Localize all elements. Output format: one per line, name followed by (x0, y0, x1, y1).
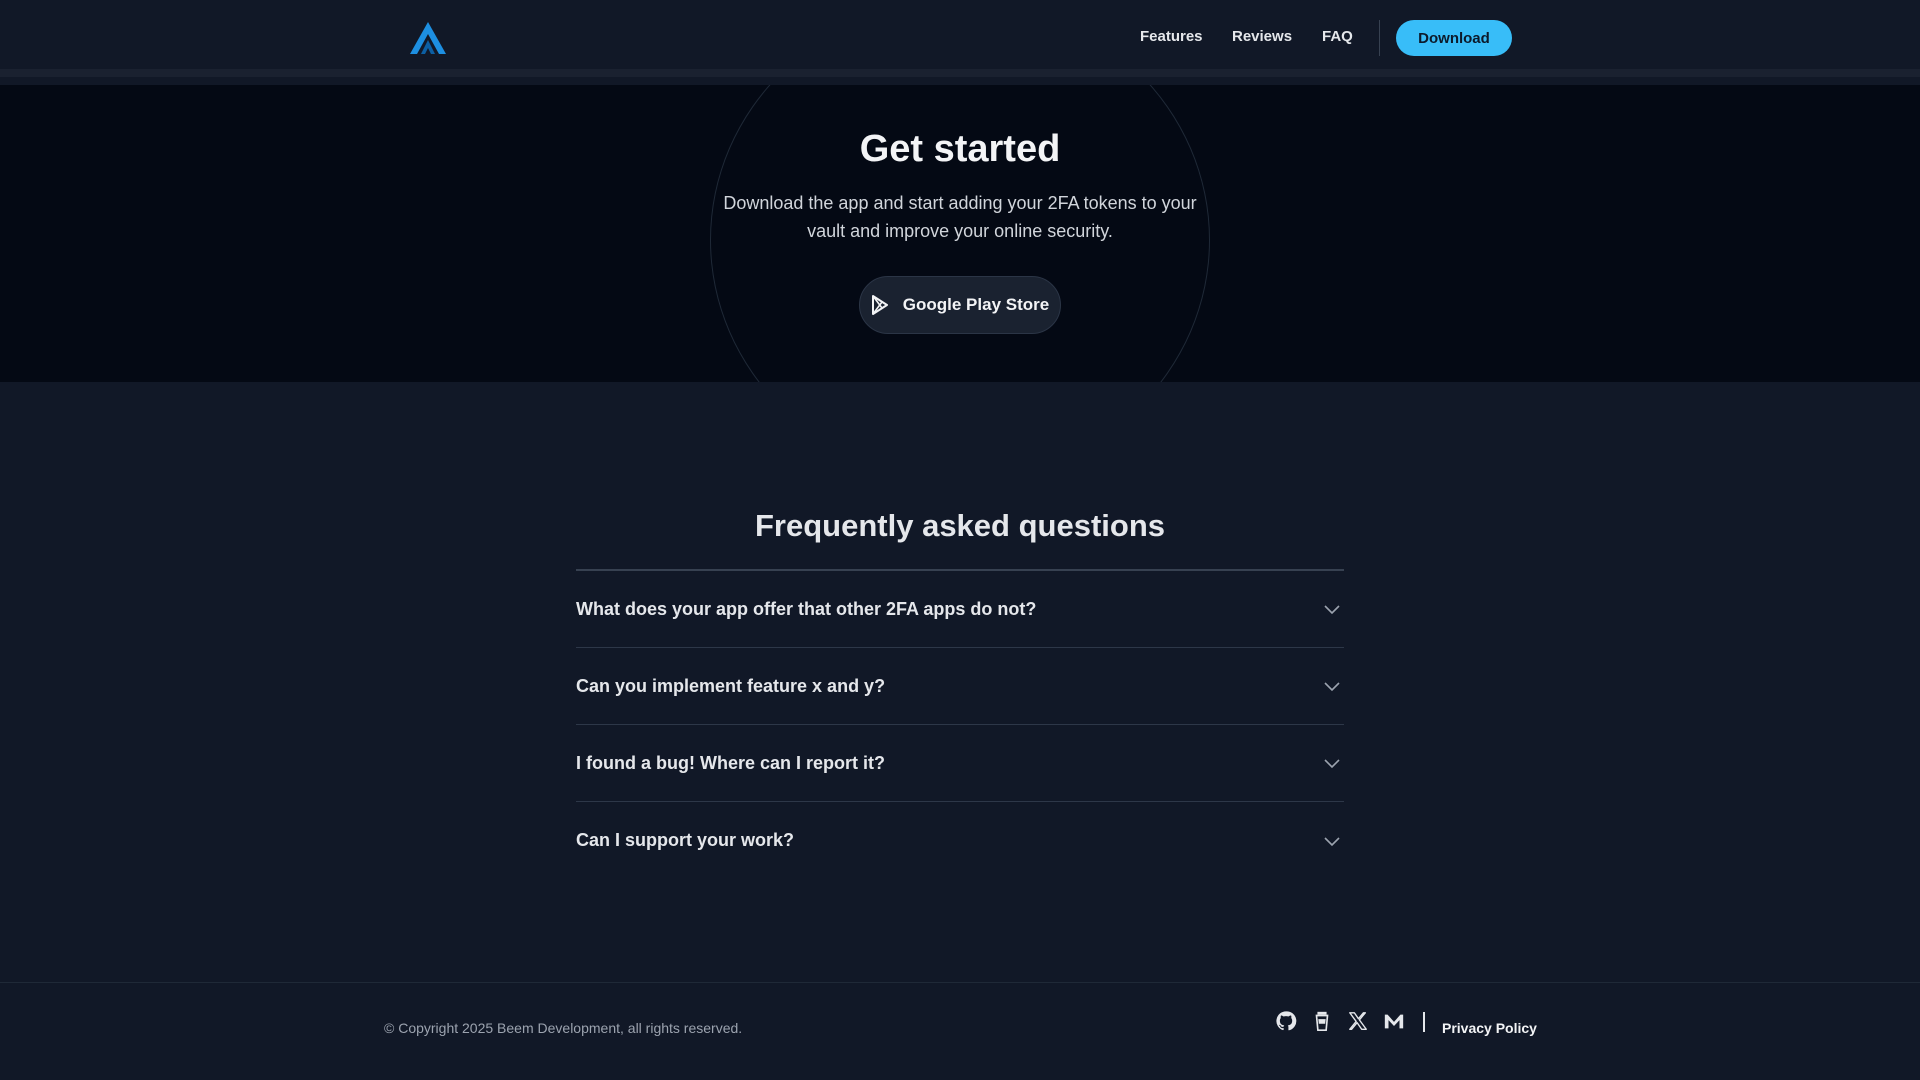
github-icon[interactable] (1275, 1010, 1297, 1032)
site-footer: © Copyright 2025 Beem Development, all r… (0, 982, 1920, 1080)
app-logo-icon[interactable] (408, 20, 448, 56)
footer-divider (1423, 1012, 1425, 1032)
nav-divider (1379, 20, 1380, 56)
chevron-down-icon (1324, 682, 1340, 692)
chevron-down-icon (1324, 759, 1340, 769)
nav-features-link[interactable]: Features (1140, 28, 1203, 45)
nav-faq-link[interactable]: FAQ (1322, 28, 1353, 45)
get-started-section: Get started Download the app and start a… (0, 85, 1920, 382)
chevron-down-icon (1324, 605, 1340, 615)
x-icon[interactable] (1347, 1010, 1369, 1032)
faq-item[interactable]: Can you implement feature x and y? (576, 648, 1344, 725)
faq-question: I found a bug! Where can I report it? (576, 752, 885, 773)
faq-question: Can I support your work? (576, 830, 795, 850)
faq-title: Frequently asked questions (755, 508, 1165, 543)
google-play-store-label: Google Play Store (902, 295, 1050, 314)
faq-question: Can you implement feature x and y? (576, 675, 886, 696)
chevron-down-icon (1324, 836, 1340, 846)
faq-item[interactable]: Can I support your work? (576, 802, 1344, 879)
mail-icon[interactable] (1383, 1010, 1405, 1032)
coffee-icon[interactable] (1311, 1010, 1333, 1032)
hero-description: Download the app and start adding your 2… (723, 193, 1197, 241)
faq-item[interactable]: What does your app offer that other 2FA … (576, 571, 1344, 648)
hero-title: Get started (859, 128, 1061, 170)
faq-question: What does your app offer that other 2FA … (576, 598, 1037, 619)
google-play-store-button[interactable]: Google Play Store (859, 276, 1061, 334)
faq-item[interactable]: I found a bug! Where can I report it? (576, 725, 1344, 802)
privacy-policy-link[interactable]: Privacy Policy (1442, 1020, 1537, 1036)
faq-list: What does your app offer that other 2FA … (576, 569, 1344, 879)
google-play-icon (871, 295, 888, 315)
download-button[interactable]: Download (1396, 20, 1512, 56)
nav-reviews-link[interactable]: Reviews (1232, 28, 1292, 45)
copyright-text: © Copyright 2025 Beem Development, all r… (384, 1020, 743, 1036)
site-header: Features Reviews FAQ Download (0, 0, 1920, 77)
